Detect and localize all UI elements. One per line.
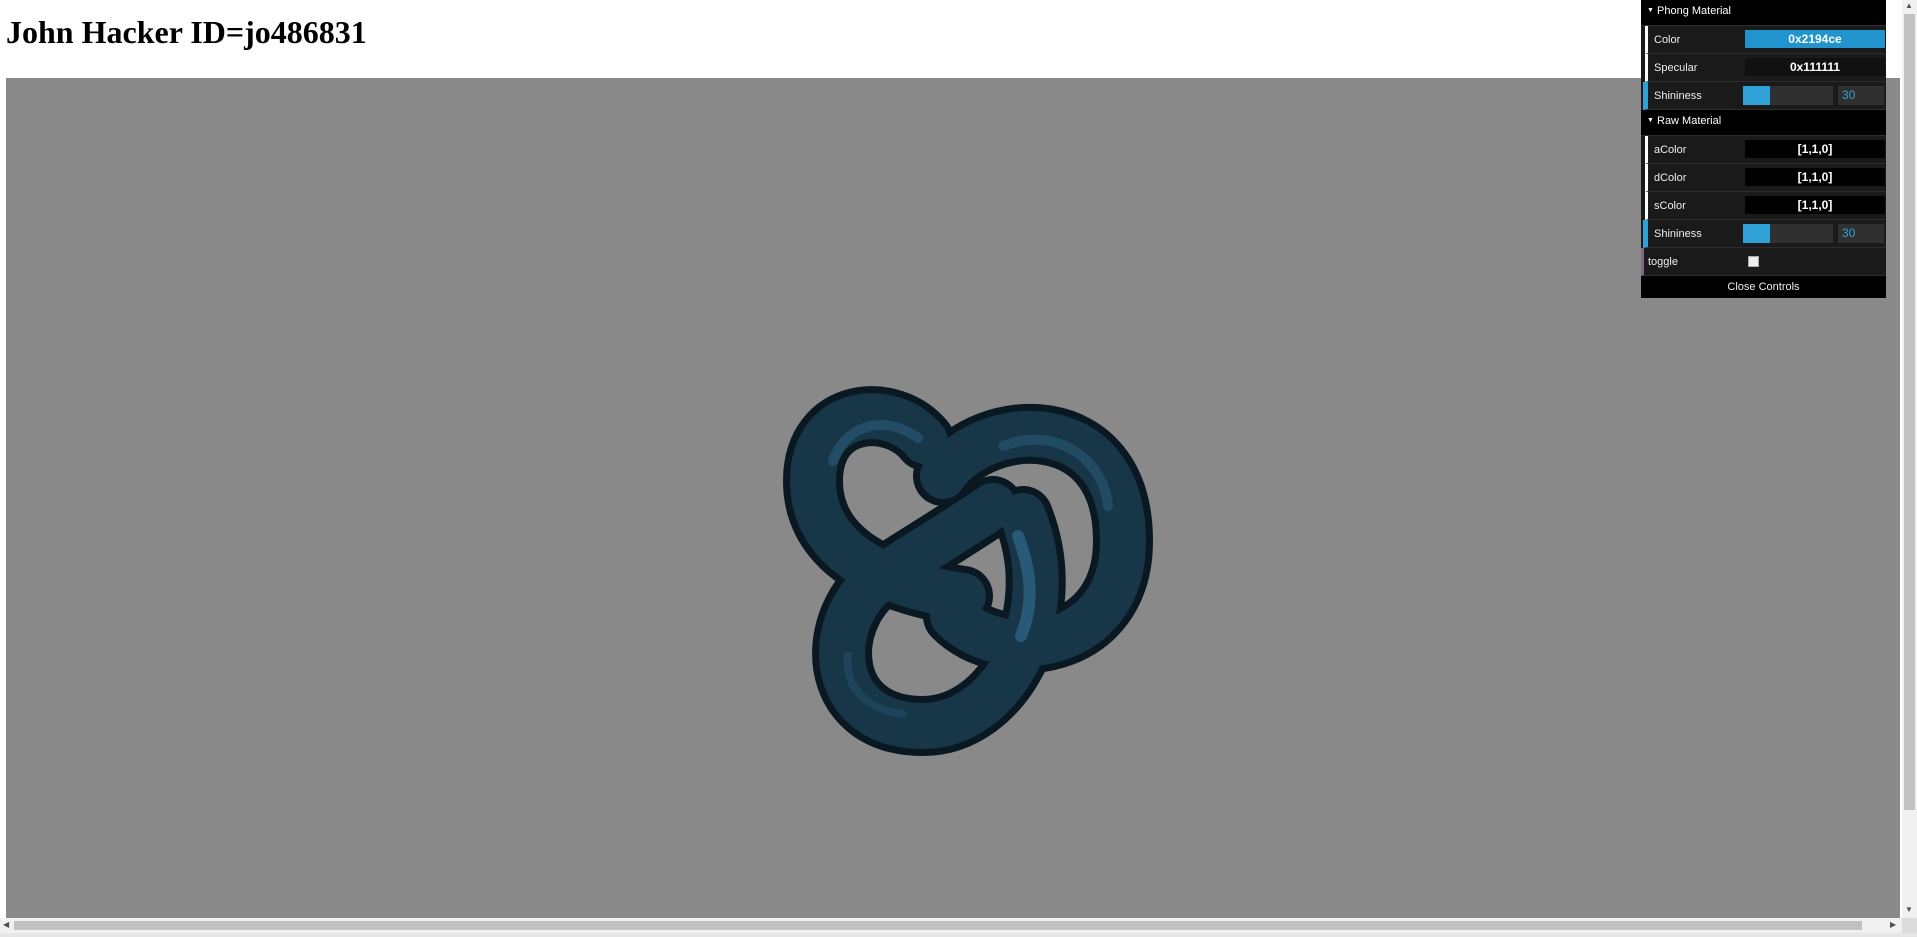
page-title: John Hacker ID=jo486831 [6,14,367,50]
controls-panel: ▼ Phong Material Color 0x2194ce Specular… [1641,0,1886,298]
phong-material-folder[interactable]: ▼ Phong Material [1641,0,1886,26]
shininess-label: Shininess [1654,89,1702,102]
scroll-up-icon[interactable]: ▲ [1905,2,1913,10]
specular-input[interactable]: 0x111111 [1745,58,1885,76]
dcolor-control: dColor [1,1,0] [1645,164,1886,192]
dcolor-label: dColor [1654,171,1687,184]
acolor-label: aColor [1654,143,1687,156]
slider-fill [1743,86,1770,105]
toggle-checkbox[interactable] [1748,256,1759,267]
horizontal-scrollbar[interactable]: ◀ ▶ [0,918,1902,933]
phong-shininess-input[interactable]: 30 [1838,86,1884,105]
color-control: Color 0x2194ce [1645,26,1886,54]
toggle-control: toggle [1641,248,1886,276]
vertical-scrollbar[interactable]: ▲ ▼ [1902,0,1917,918]
caret-down-icon: ▼ [1647,117,1654,124]
scolor-control: sColor [1,1,0] [1645,192,1886,220]
caret-down-icon: ▼ [1647,7,1654,14]
specular-label: Specular [1654,61,1698,74]
vertical-scroll-thumb[interactable] [1904,14,1915,810]
acolor-control: aColor [1,1,0] [1645,136,1886,164]
phong-shininess-slider[interactable] [1743,86,1833,105]
phong-shininess-control: Shininess 30 [1643,82,1886,110]
scrollbar-corner [1902,918,1917,933]
raw-shininess-input[interactable]: 30 [1838,224,1884,243]
color-input[interactable]: 0x2194ce [1745,30,1885,48]
horizontal-scroll-thumb[interactable] [14,921,1862,930]
folder-title-label: Phong Material [1657,5,1731,17]
raw-material-folder[interactable]: ▼ Raw Material [1641,110,1886,136]
scolor-label: sColor [1654,199,1686,212]
scroll-left-icon[interactable]: ◀ [3,921,9,929]
acolor-input[interactable]: [1,1,0] [1745,140,1885,158]
scolor-input[interactable]: [1,1,0] [1745,196,1885,214]
toggle-label: toggle [1648,255,1678,268]
folder-title-label: Raw Material [1657,115,1722,127]
close-controls-button[interactable]: Close Controls [1641,276,1886,298]
webgl-canvas[interactable] [6,78,1900,918]
slider-fill [1743,224,1770,243]
dcolor-input[interactable]: [1,1,0] [1745,168,1885,186]
trefoil-knot [783,386,1153,756]
scroll-right-icon[interactable]: ▶ [1890,921,1896,929]
raw-shininess-slider[interactable] [1743,224,1833,243]
raw-shininess-control: Shininess 30 [1643,220,1886,248]
scroll-down-icon[interactable]: ▼ [1905,906,1913,914]
specular-control: Specular 0x111111 [1645,54,1886,82]
window-bottom-edge [0,933,1917,937]
color-label: Color [1654,33,1681,46]
shininess-label: Shininess [1654,227,1702,240]
